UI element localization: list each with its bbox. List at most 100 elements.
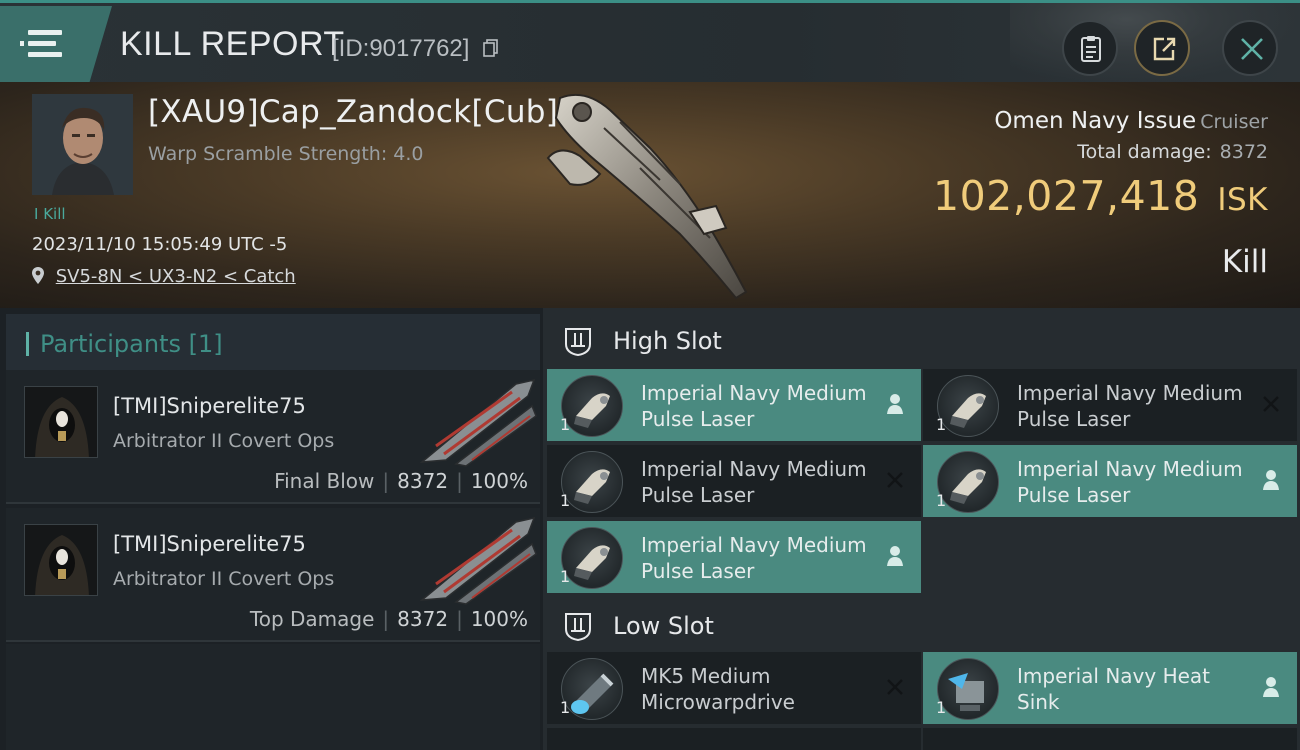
participant-avatar — [24, 524, 98, 596]
low-slot-header: Low Slot — [543, 595, 1300, 655]
victim-portrait[interactable] — [32, 94, 133, 195]
module-quantity: 1 — [560, 567, 571, 586]
separator: | — [382, 469, 390, 493]
menu-icon-bar — [20, 41, 56, 46]
kill-datetime: 2023/11/10 15:05:49 UTC -5 — [32, 234, 288, 255]
total-damage: Total damage: 8372 — [1077, 141, 1268, 163]
module-quantity: 1 — [936, 698, 947, 717]
participants-title: Participants [1] — [40, 330, 223, 358]
warp-scramble-strength: Warp Scramble Strength: 4.0 — [148, 143, 424, 165]
module-quantity: 1 — [936, 415, 947, 434]
share-button[interactable] — [1134, 20, 1190, 76]
separator: | — [456, 469, 463, 493]
fittings-panel: High Slot 1 Imperial Navy Medium Pulse L… — [543, 308, 1300, 750]
kill-id: [ID:9017762] — [332, 35, 470, 62]
close-button[interactable] — [1222, 20, 1278, 76]
module-name: Imperial Navy Medium Pulse Laser — [641, 457, 867, 507]
victim-ship[interactable]: Omen Navy Issue Cruiser — [994, 108, 1268, 134]
pulse-laser-icon — [937, 451, 999, 513]
heat-sink-icon — [937, 658, 999, 720]
module-name: Imperial Navy Medium Pulse Laser — [641, 381, 867, 431]
low-slot-label: Low Slot — [613, 612, 714, 640]
participant-ship: Arbitrator II Covert Ops — [113, 430, 335, 452]
location-text[interactable]: SV5-8N < UX3-N2 < Catch — [56, 266, 296, 287]
header-accent — [26, 332, 29, 356]
ship-class: Cruiser — [1200, 111, 1268, 133]
dropped-person-icon — [887, 394, 903, 414]
participant-percent: 100% — [470, 469, 528, 493]
victim-panel: [XAU9]Cap_Zandock[Cub] Warp Scramble Str… — [0, 82, 1300, 308]
participant-card[interactable]: [TMI]Sniperelite75 Arbitrator II Covert … — [6, 370, 540, 504]
menu-icon-bar — [28, 52, 62, 57]
module-slot[interactable]: 1 Imperial Navy Medium Pulse Laser — [923, 369, 1297, 441]
dropped-person-icon — [887, 546, 903, 566]
module-slot-partial[interactable] — [547, 728, 921, 750]
dropped-person-icon — [1263, 470, 1279, 490]
module-slot[interactable]: 1 MK5 Medium Microwarpdrive — [547, 652, 921, 724]
separator: | — [382, 607, 390, 631]
hooded-avatar-icon — [25, 525, 97, 595]
copy-icon[interactable] — [483, 39, 499, 57]
participant-name[interactable]: [TMI]Sniperelite75 — [113, 532, 306, 556]
participant-avatar — [24, 386, 98, 458]
isk-unit: ISK — [1217, 182, 1268, 218]
separator: | — [456, 607, 463, 631]
participant-name[interactable]: [TMI]Sniperelite75 — [113, 394, 306, 418]
menu-button[interactable] — [0, 6, 112, 82]
module-slot[interactable]: 1 Imperial Navy Medium Pulse Laser — [547, 445, 921, 517]
participant-card[interactable]: [TMI]Sniperelite75 Arbitrator II Covert … — [6, 508, 540, 642]
module-quantity: 1 — [560, 415, 571, 434]
hooded-avatar-icon — [25, 387, 97, 457]
menu-icon — [28, 30, 62, 35]
pilot-portrait-image — [32, 94, 133, 195]
module-quantity: 1 — [560, 491, 571, 510]
module-quantity: 1 — [560, 698, 571, 717]
participant-damage: 8372 — [397, 607, 449, 631]
participant-percent: 100% — [470, 607, 528, 631]
module-name: Imperial Navy Medium Pulse Laser — [1017, 457, 1243, 507]
location-link[interactable]: SV5-8N < UX3-N2 < Catch — [32, 266, 296, 287]
microwarpdrive-icon — [561, 658, 623, 720]
pulse-laser-icon — [937, 375, 999, 437]
participants-empty-area — [6, 644, 540, 750]
kill-count-tag: I Kill — [34, 205, 66, 223]
participants-header: Participants [1] — [6, 314, 540, 373]
pulse-laser-icon — [561, 375, 623, 437]
ship-name: Omen Navy Issue — [994, 108, 1197, 134]
pulse-laser-icon — [561, 451, 623, 513]
dropped-person-icon — [1263, 677, 1279, 697]
high-slot-icon — [565, 328, 591, 356]
victim-name[interactable]: [XAU9]Cap_Zandock[Cub] — [148, 94, 558, 130]
high-slot-header: High Slot — [543, 310, 1300, 370]
pulse-laser-icon — [561, 527, 623, 589]
module-slot[interactable]: 1 Imperial Navy Medium Pulse Laser — [547, 521, 921, 593]
destroyed-x-icon — [887, 679, 903, 695]
participants-panel: Participants [1] [TMI]Sniperelite75 Arbi… — [0, 308, 543, 750]
module-slot[interactable]: 1 Imperial Navy Heat Sink — [923, 652, 1297, 724]
participant-role: Top Damage — [249, 607, 375, 631]
location-pin-icon — [32, 267, 44, 284]
high-slot-label: High Slot — [613, 327, 722, 355]
low-slot-icon — [565, 613, 591, 641]
victim-ship-render — [546, 94, 748, 300]
total-damage-value: 8372 — [1219, 141, 1268, 163]
share-icon — [1153, 37, 1176, 61]
clipboard-button[interactable] — [1062, 20, 1118, 76]
top-bar: KILL REPORT [ID:9017762] — [0, 0, 1300, 85]
kill-result: Kill — [1221, 244, 1268, 280]
participant-ship-image — [419, 378, 537, 467]
module-name: Imperial Navy Heat Sink — [1017, 664, 1211, 714]
participant-role: Final Blow — [274, 469, 375, 493]
destroyed-x-icon — [887, 472, 903, 488]
module-slot-partial[interactable] — [923, 728, 1297, 750]
isk-amount: 102,027,418 — [933, 172, 1200, 220]
participant-ship-image — [419, 516, 537, 605]
module-slot[interactable]: 1 Imperial Navy Medium Pulse Laser — [923, 445, 1297, 517]
module-slot[interactable]: 1 Imperial Navy Medium Pulse Laser — [547, 369, 921, 441]
module-name: Imperial Navy Medium Pulse Laser — [1017, 381, 1243, 431]
participant-damage: 8372 — [397, 469, 449, 493]
module-name: Imperial Navy Medium Pulse Laser — [641, 533, 867, 583]
module-quantity: 1 — [936, 491, 947, 510]
close-icon — [1241, 38, 1263, 60]
total-damage-label: Total damage: — [1077, 141, 1212, 163]
